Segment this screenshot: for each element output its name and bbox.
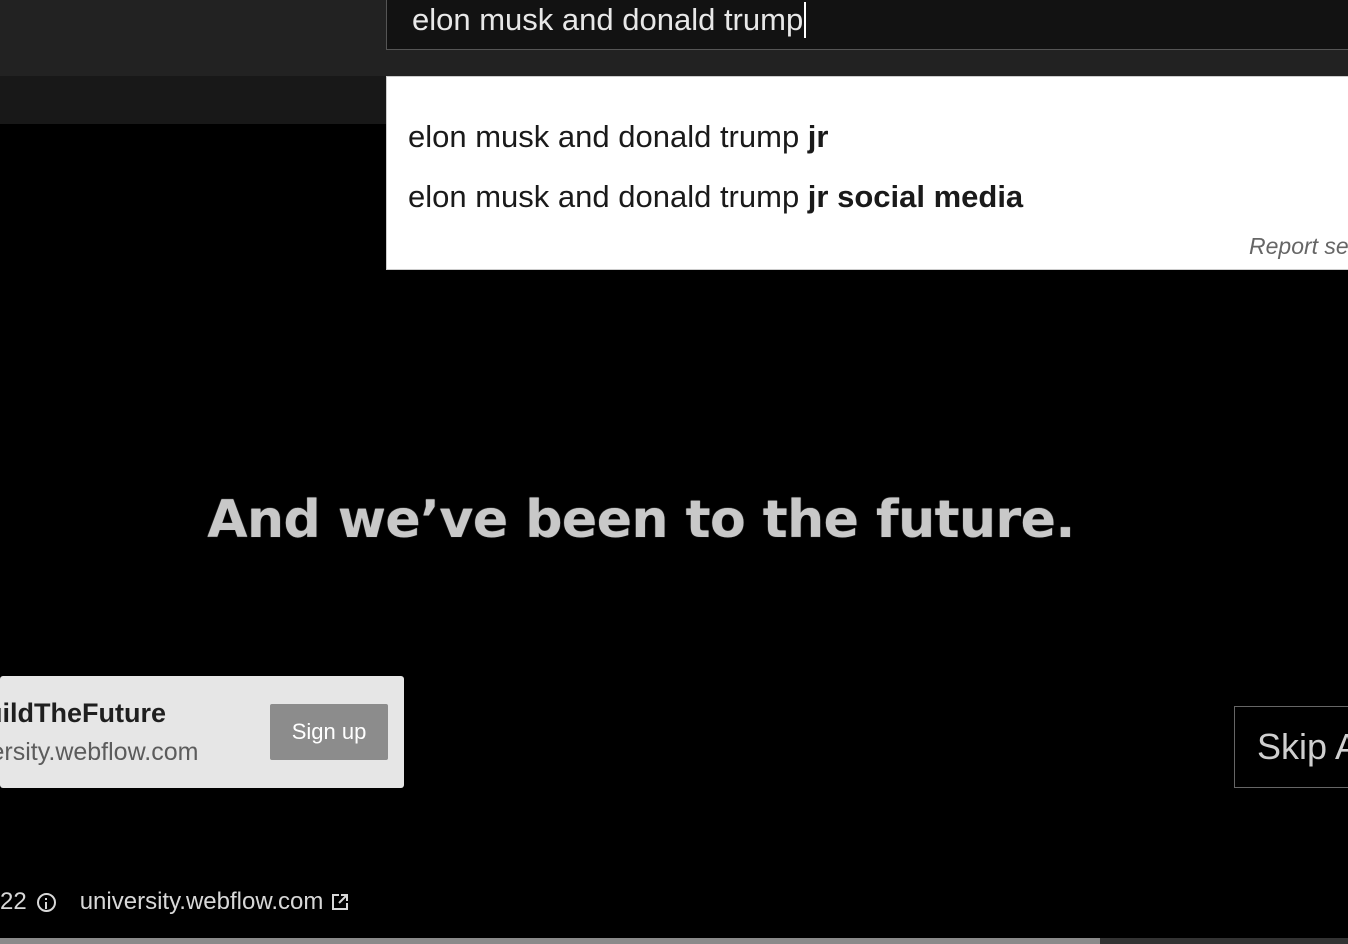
ad-overlay-card[interactable]: uildTheFuture versity.webflow.com Sign u… (0, 676, 404, 788)
ad-info-bar: 22 university.webflow.com (0, 884, 349, 920)
suggestion-item[interactable]: elon musk and donald trump jr social med… (408, 177, 1023, 217)
search-input[interactable]: elon musk and donald trump (386, 0, 1348, 50)
video-headline: And we’ve been to the future. (207, 490, 1075, 550)
ad-counter: 22 (0, 888, 27, 915)
sign-up-button[interactable]: Sign up (270, 704, 388, 760)
info-icon[interactable] (36, 892, 56, 912)
search-suggestions-dropdown: elon musk and donald trump jr elon musk … (386, 76, 1348, 270)
search-query-value: elon musk and donald trump (412, 2, 804, 37)
suggestion-prefix: elon musk and donald trump (408, 179, 808, 214)
ad-progress-bar[interactable] (0, 938, 1348, 944)
suggestion-prefix: elon musk and donald trump (408, 119, 808, 154)
ad-domain-link[interactable]: university.webflow.com (80, 888, 324, 916)
report-suggestions-link[interactable]: Report se (1249, 233, 1348, 260)
youtube-player-page: elon musk and donald trump elon musk and… (0, 0, 1348, 944)
skip-ad-button[interactable]: Skip A (1234, 706, 1348, 788)
ad-progress-fill (0, 938, 1100, 944)
masthead-subbar (0, 76, 386, 124)
suggestion-completion: jr (807, 119, 829, 154)
suggestion-item[interactable]: elon musk and donald trump jr (408, 117, 828, 157)
search-query-text: elon musk and donald trump (412, 0, 807, 45)
text-caret (804, 1, 807, 38)
suggestion-completion: jr social media (807, 179, 1024, 214)
external-link-icon[interactable] (331, 893, 349, 911)
ad-url[interactable]: versity.webflow.com (0, 738, 198, 767)
ad-title[interactable]: uildTheFuture (0, 698, 166, 729)
